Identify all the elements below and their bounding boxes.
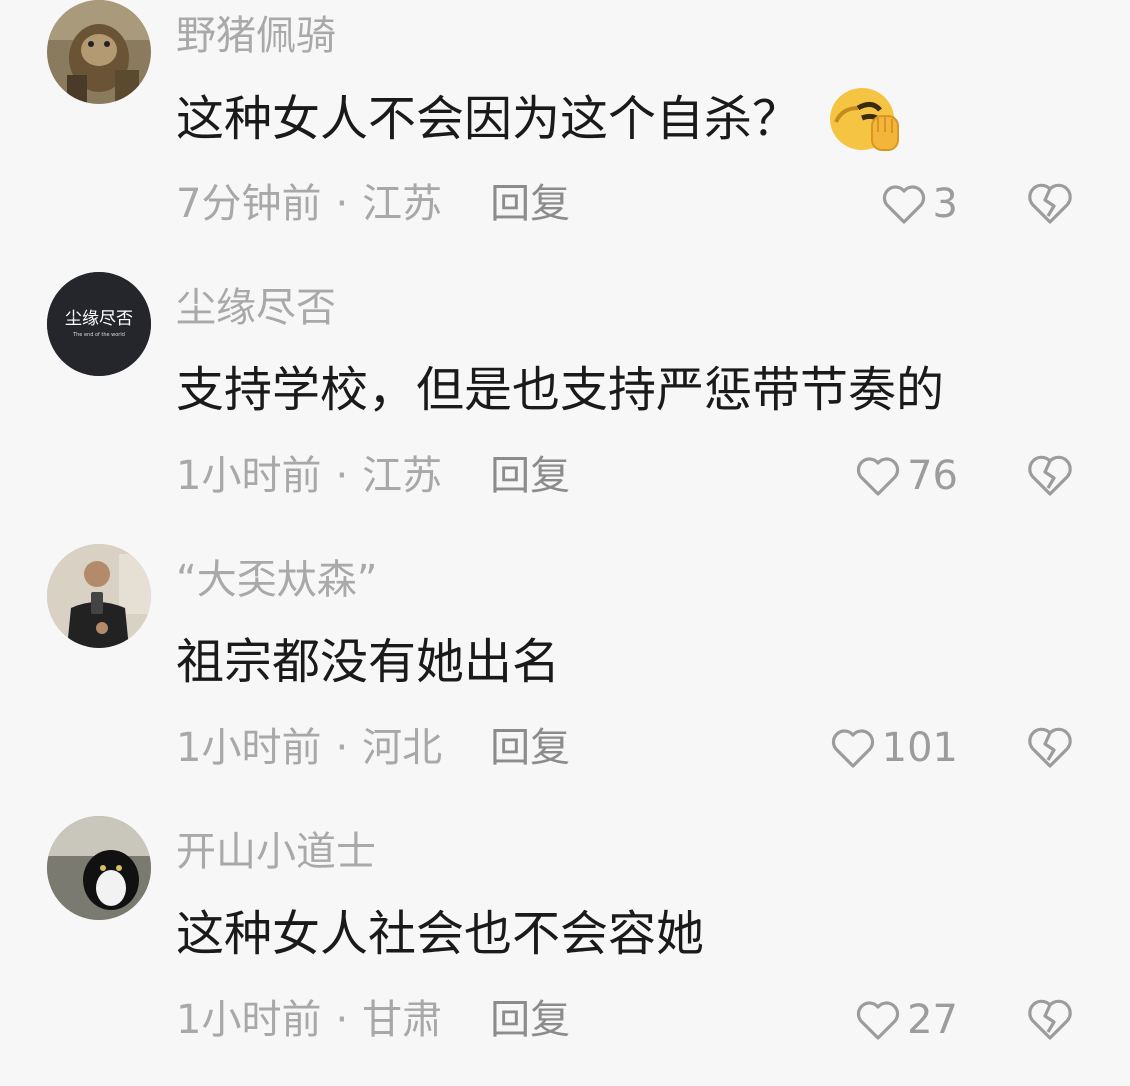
like-count: 101 bbox=[881, 725, 958, 771]
comment-meta: 7分钟前 · 江苏 回复 bbox=[176, 176, 570, 232]
username[interactable]: 野猪佩骑 bbox=[176, 8, 336, 64]
avatar-text: 尘缘尽否 bbox=[65, 309, 133, 329]
comment-text-content: 这种女人不会因为这个自杀？ bbox=[176, 91, 801, 147]
avatar[interactable]: 尘缘尽否 The end of the world bbox=[47, 272, 151, 376]
like-button[interactable]: 27 bbox=[855, 992, 958, 1048]
reply-button[interactable]: 回复 bbox=[490, 181, 570, 227]
username[interactable]: 开山小道士 bbox=[176, 824, 376, 880]
timestamp: 1小时前 bbox=[176, 997, 322, 1043]
location: 江苏 bbox=[362, 181, 443, 227]
comment-meta: 1小时前 · 甘肃 回复 bbox=[176, 992, 570, 1048]
username[interactable]: “大奀夶森” bbox=[176, 552, 377, 608]
separator-dot: · bbox=[335, 181, 349, 227]
separator-dot: · bbox=[335, 997, 349, 1043]
username[interactable]: 尘缘尽否 bbox=[176, 280, 336, 336]
like-button[interactable]: 3 bbox=[881, 176, 958, 232]
comment-text-content: 支持学校，但是也支持严惩带节奏的 bbox=[176, 362, 945, 418]
broken-heart-icon[interactable] bbox=[1026, 724, 1074, 770]
broken-heart-icon[interactable] bbox=[1026, 180, 1074, 226]
broken-heart-icon[interactable] bbox=[1026, 452, 1074, 498]
heart-icon bbox=[856, 1001, 900, 1040]
separator-dot: · bbox=[335, 453, 349, 499]
comment-meta: 1小时前 · 河北 回复 bbox=[176, 720, 570, 776]
timestamp: 1小时前 bbox=[176, 453, 322, 499]
heart-icon bbox=[831, 729, 874, 768]
avatar-subtext: The end of the world bbox=[72, 332, 125, 338]
broken-heart-icon[interactable] bbox=[1026, 996, 1074, 1042]
timestamp: 1小时前 bbox=[176, 725, 322, 771]
location: 江苏 bbox=[362, 453, 443, 499]
comment-text: 支持学校，但是也支持严惩带节奏的 bbox=[176, 358, 944, 422]
reply-button[interactable]: 回复 bbox=[490, 453, 570, 499]
comment-text-content: 这种女人社会也不会容她 bbox=[176, 906, 705, 962]
comment-item: 尘缘尽否 The end of the world 尘缘尽否 支持学校，但是也支… bbox=[0, 272, 1130, 542]
facepalm-emoji-icon bbox=[828, 86, 902, 152]
heart-icon bbox=[856, 457, 900, 496]
comment-item: 野猪佩骑 这种女人不会因为这个自杀？ 7分钟前 · 江苏 回复 3 bbox=[0, 0, 1130, 270]
comment-text: 这种女人不会因为这个自杀？ bbox=[176, 86, 902, 152]
comment-meta: 1小时前 · 江苏 回复 bbox=[176, 448, 570, 504]
reply-button[interactable]: 回复 bbox=[490, 725, 570, 771]
like-count: 76 bbox=[907, 453, 958, 499]
heart-icon bbox=[882, 185, 925, 224]
timestamp: 7分钟前 bbox=[176, 181, 322, 227]
separator-dot: · bbox=[335, 725, 349, 771]
comment-text: 这种女人社会也不会容她 bbox=[176, 902, 704, 966]
like-button[interactable]: 76 bbox=[855, 448, 958, 504]
avatar[interactable] bbox=[47, 816, 151, 920]
avatar[interactable] bbox=[47, 544, 151, 648]
like-button[interactable]: 101 bbox=[830, 720, 958, 776]
like-count: 3 bbox=[932, 181, 958, 227]
comment-item: 开山小道士 这种女人社会也不会容她 1小时前 · 甘肃 回复 27 bbox=[0, 816, 1130, 1086]
location: 甘肃 bbox=[362, 997, 443, 1043]
comment-item: “大奀夶森” 祖宗都没有她出名 1小时前 · 河北 回复 101 bbox=[0, 544, 1130, 814]
like-count: 27 bbox=[907, 997, 958, 1043]
avatar[interactable] bbox=[47, 0, 151, 104]
reply-button[interactable]: 回复 bbox=[490, 997, 570, 1043]
location: 河北 bbox=[362, 725, 443, 771]
comment-text-content: 祖宗都没有她出名 bbox=[176, 634, 561, 690]
comment-text: 祖宗都没有她出名 bbox=[176, 630, 560, 694]
